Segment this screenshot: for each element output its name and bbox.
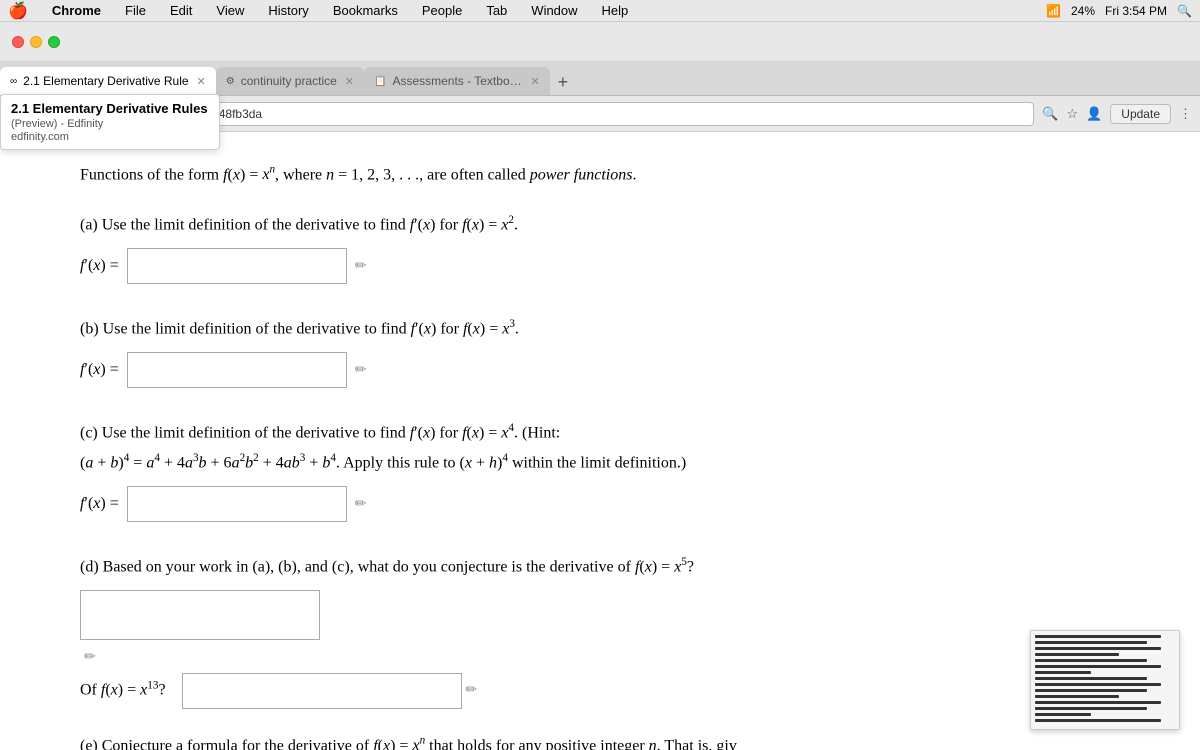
part-c-label: f′(x) = bbox=[80, 495, 119, 513]
part-d-question: (d) Based on your work in (a), (b), and … bbox=[80, 554, 1140, 580]
part-d-pencil-icon[interactable]: ✏ bbox=[84, 648, 320, 665]
bookmark-dropdown: 2.1 Elementary Derivative Rules (Preview… bbox=[0, 94, 220, 150]
tab-favicon-3: 📋 bbox=[374, 76, 386, 87]
update-button[interactable]: Update bbox=[1110, 104, 1171, 124]
part-e-question: (e) Conjecture a formula for the derivat… bbox=[80, 733, 1140, 750]
thumb-line-12 bbox=[1035, 701, 1161, 704]
thumb-line-3 bbox=[1035, 647, 1161, 650]
tab-menu[interactable]: Tab bbox=[482, 3, 511, 18]
part-a-answer-box: f′(x) = ✏ bbox=[80, 248, 366, 284]
part-d-x13-label: Of f(x) = x13? ✏ bbox=[80, 673, 1140, 709]
edit-menu[interactable]: Edit bbox=[166, 3, 196, 18]
tab-close-2[interactable]: ✕ bbox=[345, 75, 354, 88]
tab-bar: ∞ 2.1 Elementary Derivative Rule ✕ ⚙ con… bbox=[0, 62, 1200, 96]
part-b-question: (b) Use the limit definition of the deri… bbox=[80, 316, 1140, 342]
tab-assessments[interactable]: 📋 Assessments - Textbook-spec ✕ bbox=[364, 67, 550, 95]
part-c-hint: (a + b)4 = a4 + 4a3b + 6a2b2 + 4ab3 + b4… bbox=[80, 450, 1140, 476]
part-d-x13-pencil-icon[interactable]: ✏ bbox=[466, 683, 478, 698]
menu-bar: 🍎 Chrome File Edit View History Bookmark… bbox=[0, 0, 1200, 22]
intro-text: Functions of the form f(x) = xn, where n… bbox=[80, 162, 1140, 188]
chrome-menu[interactable]: Chrome bbox=[48, 3, 105, 18]
bookmark-title: 2.1 Elementary Derivative Rules bbox=[11, 101, 209, 116]
traffic-lights bbox=[12, 36, 60, 48]
thumb-line-5 bbox=[1035, 659, 1147, 662]
battery-indicator: 24% bbox=[1071, 4, 1095, 18]
part-d-x13-input[interactable] bbox=[182, 673, 462, 709]
thumb-line-11 bbox=[1035, 695, 1119, 698]
tab-close-1[interactable]: ✕ bbox=[197, 75, 206, 88]
thumb-line-6 bbox=[1035, 665, 1161, 668]
content-area: Functions of the form f(x) = xn, where n… bbox=[0, 132, 1200, 750]
search-icon[interactable]: 🔍 bbox=[1042, 106, 1058, 122]
part-b-label: f′(x) = bbox=[80, 361, 119, 379]
close-button[interactable] bbox=[12, 36, 24, 48]
browser-window: ∞ 2.1 Elementary Derivative Rule ✕ ⚙ con… bbox=[0, 22, 1200, 750]
part-e-section: (e) Conjecture a formula for the derivat… bbox=[80, 733, 1140, 750]
thumb-line-13 bbox=[1035, 707, 1147, 710]
part-b-section: (b) Use the limit definition of the deri… bbox=[80, 316, 1140, 396]
thumb-line-9 bbox=[1035, 683, 1161, 686]
tab-favicon-2: ⚙ bbox=[226, 76, 235, 87]
thumb-line-4 bbox=[1035, 653, 1119, 656]
thumbnail-overlay bbox=[1030, 630, 1180, 730]
bookmark-star-icon[interactable]: ☆ bbox=[1066, 106, 1078, 122]
bookmark-subtitle: (Preview) - Edfinity bbox=[11, 118, 209, 130]
part-a-pencil-icon[interactable]: ✏ bbox=[355, 257, 367, 274]
thumb-line-1 bbox=[1035, 635, 1161, 638]
part-a-input[interactable] bbox=[127, 248, 347, 284]
tab-label-1: 2.1 Elementary Derivative Rule bbox=[23, 74, 188, 88]
part-c-question: (c) Use the limit definition of the deri… bbox=[80, 420, 1140, 446]
part-c-input[interactable] bbox=[127, 486, 347, 522]
part-c-section: (c) Use the limit definition of the deri… bbox=[80, 420, 1140, 530]
tab-close-3[interactable]: ✕ bbox=[530, 75, 539, 88]
tab-favicon-1: ∞ bbox=[10, 76, 17, 87]
thumb-line-15 bbox=[1035, 719, 1161, 722]
thumb-line-7 bbox=[1035, 671, 1091, 674]
file-menu[interactable]: File bbox=[121, 3, 150, 18]
clock: Fri 3:54 PM bbox=[1105, 4, 1167, 18]
minimize-button[interactable] bbox=[30, 36, 42, 48]
tab-continuity-practice[interactable]: ⚙ continuity practice ✕ bbox=[216, 67, 364, 95]
part-b-pencil-icon[interactable]: ✏ bbox=[355, 361, 367, 378]
profile-icon[interactable]: 👤 bbox=[1086, 106, 1102, 122]
part-d-input[interactable] bbox=[80, 590, 320, 640]
wifi-icon: 📶 bbox=[1046, 4, 1061, 18]
part-a-label: f′(x) = bbox=[80, 257, 119, 275]
people-menu[interactable]: People bbox=[418, 3, 466, 18]
title-bar bbox=[0, 22, 1200, 62]
thumb-line-2 bbox=[1035, 641, 1147, 644]
window-menu[interactable]: Window bbox=[527, 3, 581, 18]
part-b-answer-box: f′(x) = ✏ bbox=[80, 352, 366, 388]
tab-label-3: Assessments - Textbook-spec bbox=[392, 74, 522, 88]
menubar-right: 📶 24% Fri 3:54 PM 🔍 bbox=[1046, 4, 1192, 18]
bookmarks-menu[interactable]: Bookmarks bbox=[329, 3, 402, 18]
spotlight-icon[interactable]: 🔍 bbox=[1177, 4, 1192, 18]
history-menu[interactable]: History bbox=[264, 3, 312, 18]
apple-menu[interactable]: 🍎 bbox=[8, 1, 28, 21]
thumb-line-14 bbox=[1035, 713, 1091, 716]
thumbnail-content bbox=[1031, 631, 1179, 729]
maximize-button[interactable] bbox=[48, 36, 60, 48]
new-tab-button[interactable]: + bbox=[550, 72, 577, 93]
tab-label-2: continuity practice bbox=[241, 74, 337, 88]
bookmark-url: edfinity.com bbox=[11, 131, 209, 143]
part-a-question: (a) Use the limit definition of the deri… bbox=[80, 212, 1140, 238]
part-b-input[interactable] bbox=[127, 352, 347, 388]
help-menu[interactable]: Help bbox=[598, 3, 633, 18]
thumb-line-10 bbox=[1035, 689, 1147, 692]
part-c-answer-box: f′(x) = ✏ bbox=[80, 486, 366, 522]
part-d-section: (d) Based on your work in (a), (b), and … bbox=[80, 554, 1140, 709]
menu-dots-icon[interactable]: ⋮ bbox=[1179, 106, 1192, 122]
thumb-line-8 bbox=[1035, 677, 1147, 680]
tab-elementary-derivative[interactable]: ∞ 2.1 Elementary Derivative Rule ✕ bbox=[0, 67, 216, 95]
view-menu[interactable]: View bbox=[212, 3, 248, 18]
intro-section: Functions of the form f(x) = xn, where n… bbox=[80, 162, 1140, 188]
part-a-section: (a) Use the limit definition of the deri… bbox=[80, 212, 1140, 292]
part-c-pencil-icon[interactable]: ✏ bbox=[355, 495, 367, 512]
